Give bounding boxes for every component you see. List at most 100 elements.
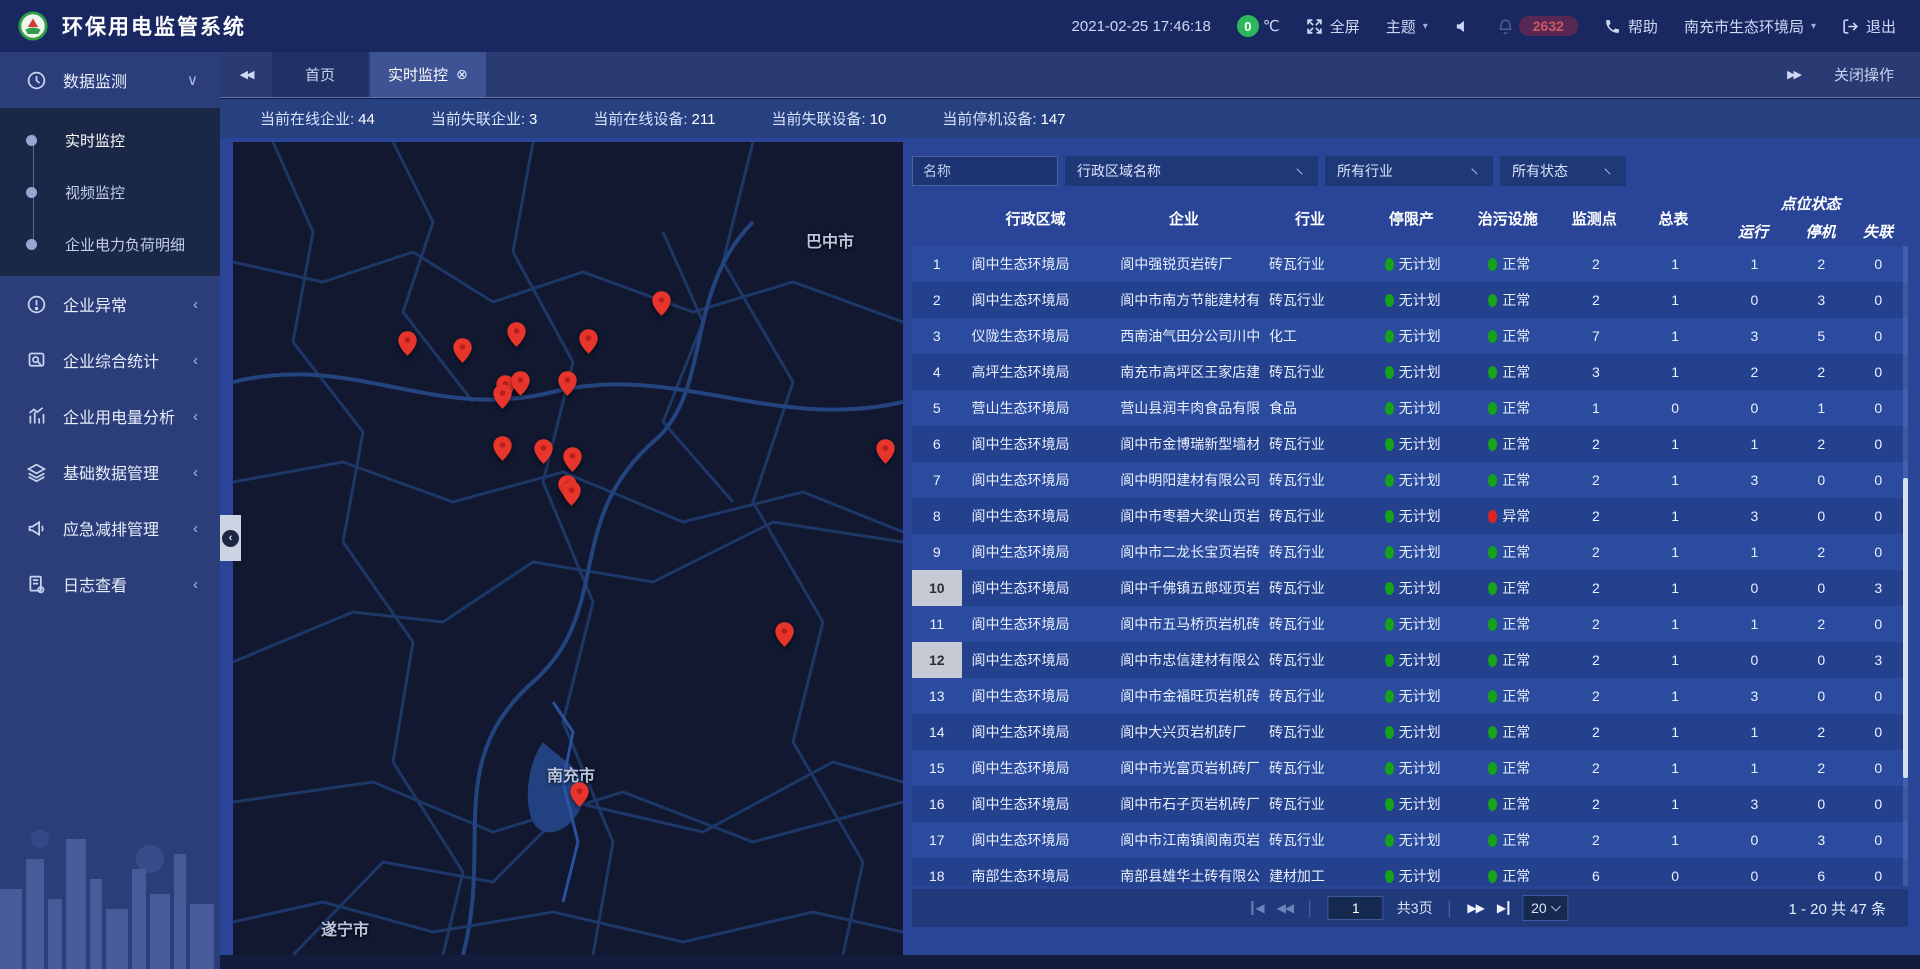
fullscreen-button[interactable]: 全屏 — [1306, 16, 1360, 37]
sound-icon[interactable] — [1454, 18, 1471, 35]
table-row[interactable]: 14阆中生态环境局阆中大兴页岩机砖厂砖瓦行业无计划正常21120 — [912, 714, 1908, 750]
chevron-left-icon: ‹ — [193, 296, 198, 313]
table-row[interactable]: 15阆中生态环境局阆中市光富页岩机砖厂砖瓦行业无计划正常21120 — [912, 750, 1908, 786]
stat-当前在线设备: 当前在线设备:211 — [593, 108, 715, 129]
tabs-scroll-right-button[interactable]: ▶▶ — [1787, 68, 1800, 81]
name-filter-input[interactable] — [912, 156, 1058, 186]
org-menu-button[interactable]: 南充市生态环境局▾ — [1684, 16, 1816, 37]
tab-首页[interactable]: 首页 — [272, 52, 368, 97]
app-header: 环保用电监管系统 2021-02-25 17:46:18 0 ℃ 全屏 主题▾ — [0, 0, 1920, 52]
map-marker-icon[interactable] — [651, 290, 672, 317]
table-row[interactable]: 7阆中生态环境局阆中明阳建材有限公司砖瓦行业无计划正常21300 — [912, 462, 1908, 498]
table-row[interactable]: 12阆中生态环境局阆中市忠信建材有限公砖瓦行业无计划正常21003 — [912, 642, 1908, 678]
cell-stop-status: 无计划 — [1399, 868, 1441, 884]
tabs-scroll-left-button[interactable]: ◀◀ — [220, 52, 272, 97]
help-button[interactable]: 帮助 — [1604, 16, 1658, 37]
map-city-label-巴中市: 巴中市 — [806, 228, 854, 252]
table-row[interactable]: 2阆中生态环境局阆中市南方节能建材有砖瓦行业无计划正常21030 — [912, 282, 1908, 318]
stat-当前失联企业: 当前失联企业:3 — [431, 108, 538, 129]
prev-page-button[interactable]: ◀◀ — [1277, 901, 1293, 915]
cell-lost: 0 — [1849, 426, 1908, 462]
map-marker-icon[interactable] — [492, 435, 513, 462]
stats-icon — [26, 350, 47, 371]
page-size-select[interactable]: 20 — [1522, 895, 1569, 921]
cell-industry: 砖瓦行业 — [1259, 750, 1363, 786]
cell-region: 阆中生态环境局 — [962, 282, 1111, 318]
table-row[interactable]: 13阆中生态环境局阆中市金福旺页岩机砖砖瓦行业无计划正常21300 — [912, 678, 1908, 714]
column-header-总表: 总表 — [1634, 190, 1713, 246]
page-number-input[interactable] — [1328, 896, 1384, 920]
cell-facility-status: 正常 — [1502, 868, 1530, 884]
table-row[interactable]: 1阆中生态环境局阆中强锐页岩砖厂砖瓦行业无计划正常21120 — [912, 246, 1908, 282]
sidebar-item-数据监测[interactable]: 数据监测∨ — [0, 52, 220, 108]
table-row[interactable]: 9阆中生态环境局阆中市二龙长宝页岩砖砖瓦行业无计划正常21120 — [912, 534, 1908, 570]
cell-company: 阆中大兴页岩机砖厂 — [1110, 714, 1259, 750]
cell-lost: 0 — [1849, 318, 1908, 354]
close-operations-button[interactable]: 关闭操作 — [1834, 64, 1894, 85]
map-panel[interactable]: 巴中市南充市遂宁市 — [233, 142, 903, 955]
chevron-down-icon: ∨ — [187, 71, 198, 89]
industry-filter-select[interactable]: 所有行业 — [1325, 156, 1493, 186]
sidebar-subitem-企业电力负荷明细[interactable]: 企业电力负荷明细 — [0, 218, 220, 270]
cell-halt: 0 — [1794, 570, 1849, 606]
status-filter-select[interactable]: 所有状态 — [1500, 156, 1626, 186]
sidebar-item-企业异常[interactable]: 企业异常‹ — [0, 276, 220, 332]
row-index: 16 — [912, 786, 962, 822]
cell-region: 阆中生态环境局 — [962, 642, 1111, 678]
table-row[interactable]: 17阆中生态环境局阆中市江南镇阆南页岩砖瓦行业无计划正常21030 — [912, 822, 1908, 858]
cell-run: 0 — [1715, 642, 1794, 678]
panel-collapse-handle[interactable]: ‹ — [220, 515, 241, 561]
map-marker-icon[interactable] — [562, 446, 583, 473]
map-marker-icon[interactable] — [557, 370, 578, 397]
map-marker-icon[interactable] — [569, 781, 590, 808]
cell-industry: 砖瓦行业 — [1259, 534, 1363, 570]
table-row[interactable]: 18南部生态环境局南部县雄华土砖有限公建材加工无计划正常60060 — [912, 858, 1908, 886]
cell-facility-status: 正常 — [1502, 580, 1530, 596]
notifications-button[interactable]: 2632 — [1497, 16, 1578, 36]
table-row[interactable]: 8阆中生态环境局阆中市枣碧大梁山页岩砖瓦行业无计划异常21300 — [912, 498, 1908, 534]
map-marker-icon[interactable] — [506, 321, 527, 348]
table-row[interactable]: 11阆中生态环境局阆中市五马桥页岩机砖砖瓦行业无计划正常21120 — [912, 606, 1908, 642]
sidebar-item-企业用电量分析[interactable]: 企业用电量分析‹ — [0, 388, 220, 444]
cell-stop-status: 无计划 — [1399, 724, 1441, 740]
table-row[interactable]: 16阆中生态环境局阆中市石子页岩机砖厂砖瓦行业无计划正常21300 — [912, 786, 1908, 822]
first-page-button[interactable]: ◀ — [1251, 901, 1263, 915]
map-marker-icon[interactable] — [510, 370, 531, 397]
map-marker-icon[interactable] — [492, 383, 513, 410]
sidebar-subitem-视频监控[interactable]: 视频监控 — [0, 166, 220, 218]
cell-run: 0 — [1715, 282, 1794, 318]
table-row[interactable]: 10阆中生态环境局阆中千佛镇五郎垭页岩砖瓦行业无计划正常21003 — [912, 570, 1908, 606]
cell-stop-status: 无计划 — [1399, 688, 1441, 704]
tab-实时监控[interactable]: 实时监控⊗ — [370, 52, 486, 97]
next-page-button[interactable]: ▶▶ — [1467, 901, 1483, 915]
cell-company: 阆中市金博瑞新型墙材 — [1110, 426, 1259, 462]
map-marker-icon[interactable] — [561, 480, 582, 507]
tab-close-icon[interactable]: ⊗ — [456, 66, 468, 83]
sidebar-subitem-实时监控[interactable]: 实时监控 — [0, 114, 220, 166]
sidebar-item-应急减排管理[interactable]: 应急减排管理‹ — [0, 500, 220, 556]
column-group-point-status: 点位状态运行停机失联 — [1713, 190, 1908, 246]
row-index: 8 — [912, 498, 962, 534]
map-marker-icon[interactable] — [533, 438, 554, 465]
cell-run: 0 — [1715, 390, 1794, 426]
status-dot-icon — [1385, 474, 1394, 487]
logout-button[interactable]: 退出 — [1842, 16, 1896, 37]
map-marker-icon[interactable] — [397, 330, 418, 357]
table-row[interactable]: 4高坪生态环境局南充市高坪区王家店建砖瓦行业无计划正常31220 — [912, 354, 1908, 390]
table-scrollbar-thumb[interactable] — [1903, 478, 1908, 778]
map-marker-icon[interactable] — [578, 328, 599, 355]
table-row[interactable]: 6阆中生态环境局阆中市金博瑞新型墙材砖瓦行业无计划正常21120 — [912, 426, 1908, 462]
last-page-button[interactable]: ▶ — [1497, 901, 1509, 915]
sidebar-item-企业综合统计[interactable]: 企业综合统计‹ — [0, 332, 220, 388]
table-row[interactable]: 5营山生态环境局营山县润丰肉食品有限食品无计划正常10010 — [912, 390, 1908, 426]
status-dot-icon — [1385, 834, 1394, 847]
table-row[interactable]: 3仪陇生态环境局西南油气田分公司川中化工无计划正常71350 — [912, 318, 1908, 354]
sidebar-item-基础数据管理[interactable]: 基础数据管理‹ — [0, 444, 220, 500]
map-marker-icon[interactable] — [452, 337, 473, 364]
cell-facility-status: 正常 — [1502, 724, 1530, 740]
map-marker-icon[interactable] — [875, 438, 896, 465]
region-filter-select[interactable]: 行政区域名称 — [1065, 156, 1318, 186]
sidebar-item-日志查看[interactable]: 日志查看‹ — [0, 556, 220, 612]
theme-menu-button[interactable]: 主题▾ — [1386, 16, 1428, 37]
map-marker-icon[interactable] — [774, 621, 795, 648]
